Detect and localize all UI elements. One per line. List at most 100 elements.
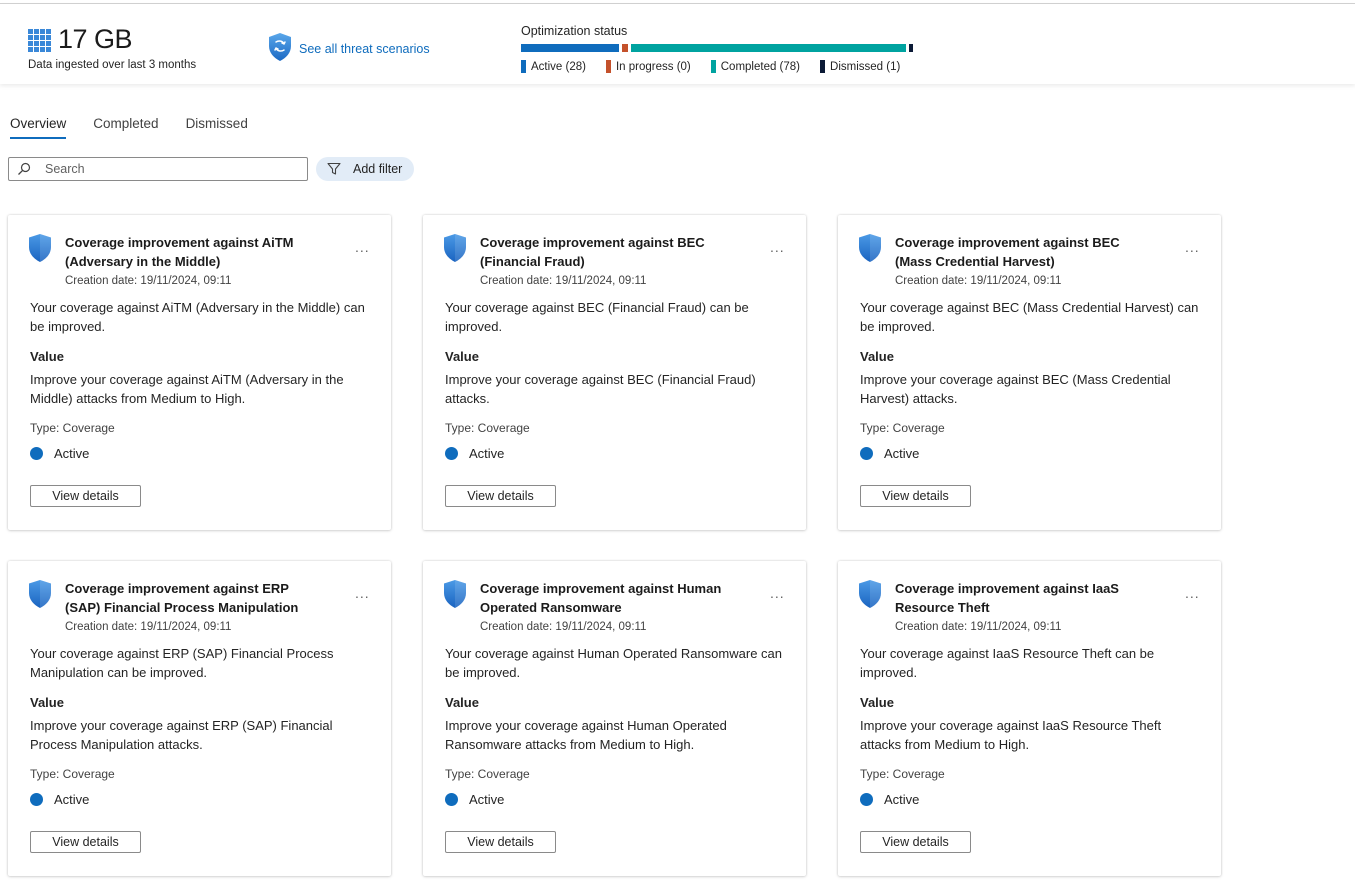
legend-swatch [521, 60, 526, 73]
status-dot-icon [445, 447, 458, 460]
card-type: Type: Coverage [30, 421, 115, 435]
status-legend-item: In progress (0) [605, 60, 691, 73]
card-status: Active [860, 792, 919, 807]
status-bar-segment [621, 44, 628, 52]
card-title: Coverage improvement against IaaS Resour… [895, 581, 1119, 615]
card-value-text: Improve your coverage against IaaS Resou… [860, 718, 1162, 752]
tab-overview[interactable]: Overview [10, 116, 67, 139]
more-options-icon[interactable]: ... [1185, 239, 1200, 255]
legend-swatch [820, 60, 826, 73]
recommendation-card: Coverage improvement against BEC (Mass C… [838, 215, 1221, 530]
view-details-button[interactable]: View details [860, 485, 971, 507]
card-description: Your coverage against IaaS Resource Thef… [860, 646, 1155, 680]
card-title: Coverage improvement against BEC (Financ… [480, 235, 705, 269]
status-label: Active [54, 446, 90, 461]
card-status: Active [860, 446, 919, 461]
status-legend-item: Completed (78) [710, 60, 801, 73]
status-bar-segment [630, 44, 907, 52]
status-bar-segment [521, 44, 619, 52]
threat-shield-icon [269, 33, 291, 61]
card-status: Active [445, 446, 504, 461]
view-details-button[interactable]: View details [445, 485, 556, 507]
card-creation-date: Creation date: 19/11/2024, 09:11 [480, 275, 647, 287]
card-type: Type: Coverage [445, 421, 530, 435]
legend-label: In progress (0) [615, 60, 691, 73]
card-value-text: Improve your coverage against BEC (Mass … [860, 372, 1171, 406]
card-value-heading: Value [445, 349, 479, 364]
shield-icon [29, 234, 51, 262]
optimization-status-legend: Active (28) In progress (0) Completed (78)… [521, 60, 920, 73]
status-dot-icon [860, 793, 873, 806]
tab-dismissed[interactable]: Dismissed [186, 116, 248, 139]
status-label: Active [469, 446, 505, 461]
card-type: Type: Coverage [860, 421, 945, 435]
card-type: Type: Coverage [860, 767, 945, 781]
status-dot-icon [30, 447, 43, 460]
status-legend-item: Dismissed (1) [820, 60, 900, 73]
see-all-threat-scenarios-link[interactable]: See all threat scenarios [267, 32, 430, 62]
tab-bar: Overview Completed Dismissed [10, 116, 275, 139]
card-creation-date: Creation date: 19/11/2024, 09:11 [895, 621, 1062, 633]
recommendation-card: Coverage improvement against BEC (Financ… [423, 215, 806, 530]
status-dot-icon [445, 793, 458, 806]
more-options-icon[interactable]: ... [355, 585, 370, 601]
view-details-button[interactable]: View details [30, 485, 141, 507]
legend-swatch [605, 60, 611, 73]
card-description: Your coverage against AiTM (Adversary in… [30, 300, 365, 334]
shield-icon [859, 580, 881, 608]
add-filter-button[interactable]: Add filter [316, 157, 414, 181]
card-creation-date: Creation date: 19/11/2024, 09:11 [895, 275, 1062, 287]
legend-label: Dismissed (1) [830, 60, 901, 73]
data-grid-icon [28, 29, 52, 53]
legend-label: Active (28) [531, 60, 586, 73]
card-description: Your coverage against ERP (SAP) Financia… [30, 646, 334, 680]
status-label: Active [884, 446, 920, 461]
shield-icon [444, 234, 466, 262]
optimization-status-title: Optimization status [521, 24, 628, 38]
recommendation-card: Coverage improvement against IaaS Resour… [838, 561, 1221, 876]
view-details-button[interactable]: View details [860, 831, 971, 853]
data-ingested-caption: Data ingested over last 3 months [28, 59, 197, 71]
legend-swatch [710, 60, 716, 73]
card-creation-date: Creation date: 19/11/2024, 09:11 [480, 621, 647, 633]
status-bar-segment [909, 44, 913, 52]
optimization-status-bar [521, 44, 913, 52]
search-placeholder: Search [45, 162, 85, 176]
status-dot-icon [30, 793, 43, 806]
more-options-icon[interactable]: ... [355, 239, 370, 255]
card-value-heading: Value [30, 695, 64, 710]
card-status: Active [30, 446, 89, 461]
search-input[interactable]: Search [8, 157, 308, 181]
shield-icon [859, 234, 881, 262]
card-value-text: Improve your coverage against ERP (SAP) … [30, 718, 333, 752]
card-title: Coverage improvement against Human Opera… [480, 581, 722, 615]
card-value-heading: Value [860, 349, 894, 364]
view-details-button[interactable]: View details [30, 831, 141, 853]
more-options-icon[interactable]: ... [770, 239, 785, 255]
threat-link-label: See all threat scenarios [299, 42, 430, 56]
recommendation-card: Coverage improvement against ERP (SAP) F… [8, 561, 391, 876]
status-label: Active [54, 792, 90, 807]
card-title: Coverage improvement against BEC (Mass C… [895, 235, 1120, 269]
card-creation-date: Creation date: 19/11/2024, 09:11 [65, 621, 232, 633]
recommendation-card: Coverage improvement against AiTM (Adver… [8, 215, 391, 530]
card-title: Coverage improvement against ERP (SAP) F… [65, 581, 299, 615]
more-options-icon[interactable]: ... [770, 585, 785, 601]
add-filter-label: Add filter [353, 162, 403, 176]
card-value-text: Improve your coverage against AiTM (Adve… [30, 372, 344, 406]
card-description: Your coverage against Human Operated Ran… [445, 646, 782, 680]
card-type: Type: Coverage [30, 767, 115, 781]
tab-completed[interactable]: Completed [93, 116, 158, 139]
legend-label: Completed (78) [720, 60, 801, 73]
shield-icon [29, 580, 51, 608]
card-value-heading: Value [30, 349, 64, 364]
view-details-button[interactable]: View details [445, 831, 556, 853]
status-dot-icon [860, 447, 873, 460]
card-description: Your coverage against BEC (Mass Credenti… [860, 300, 1199, 334]
card-value-heading: Value [445, 695, 479, 710]
status-label: Active [469, 792, 505, 807]
card-value-heading: Value [860, 695, 894, 710]
more-options-icon[interactable]: ... [1185, 585, 1200, 601]
card-status: Active [445, 792, 504, 807]
card-type: Type: Coverage [445, 767, 530, 781]
